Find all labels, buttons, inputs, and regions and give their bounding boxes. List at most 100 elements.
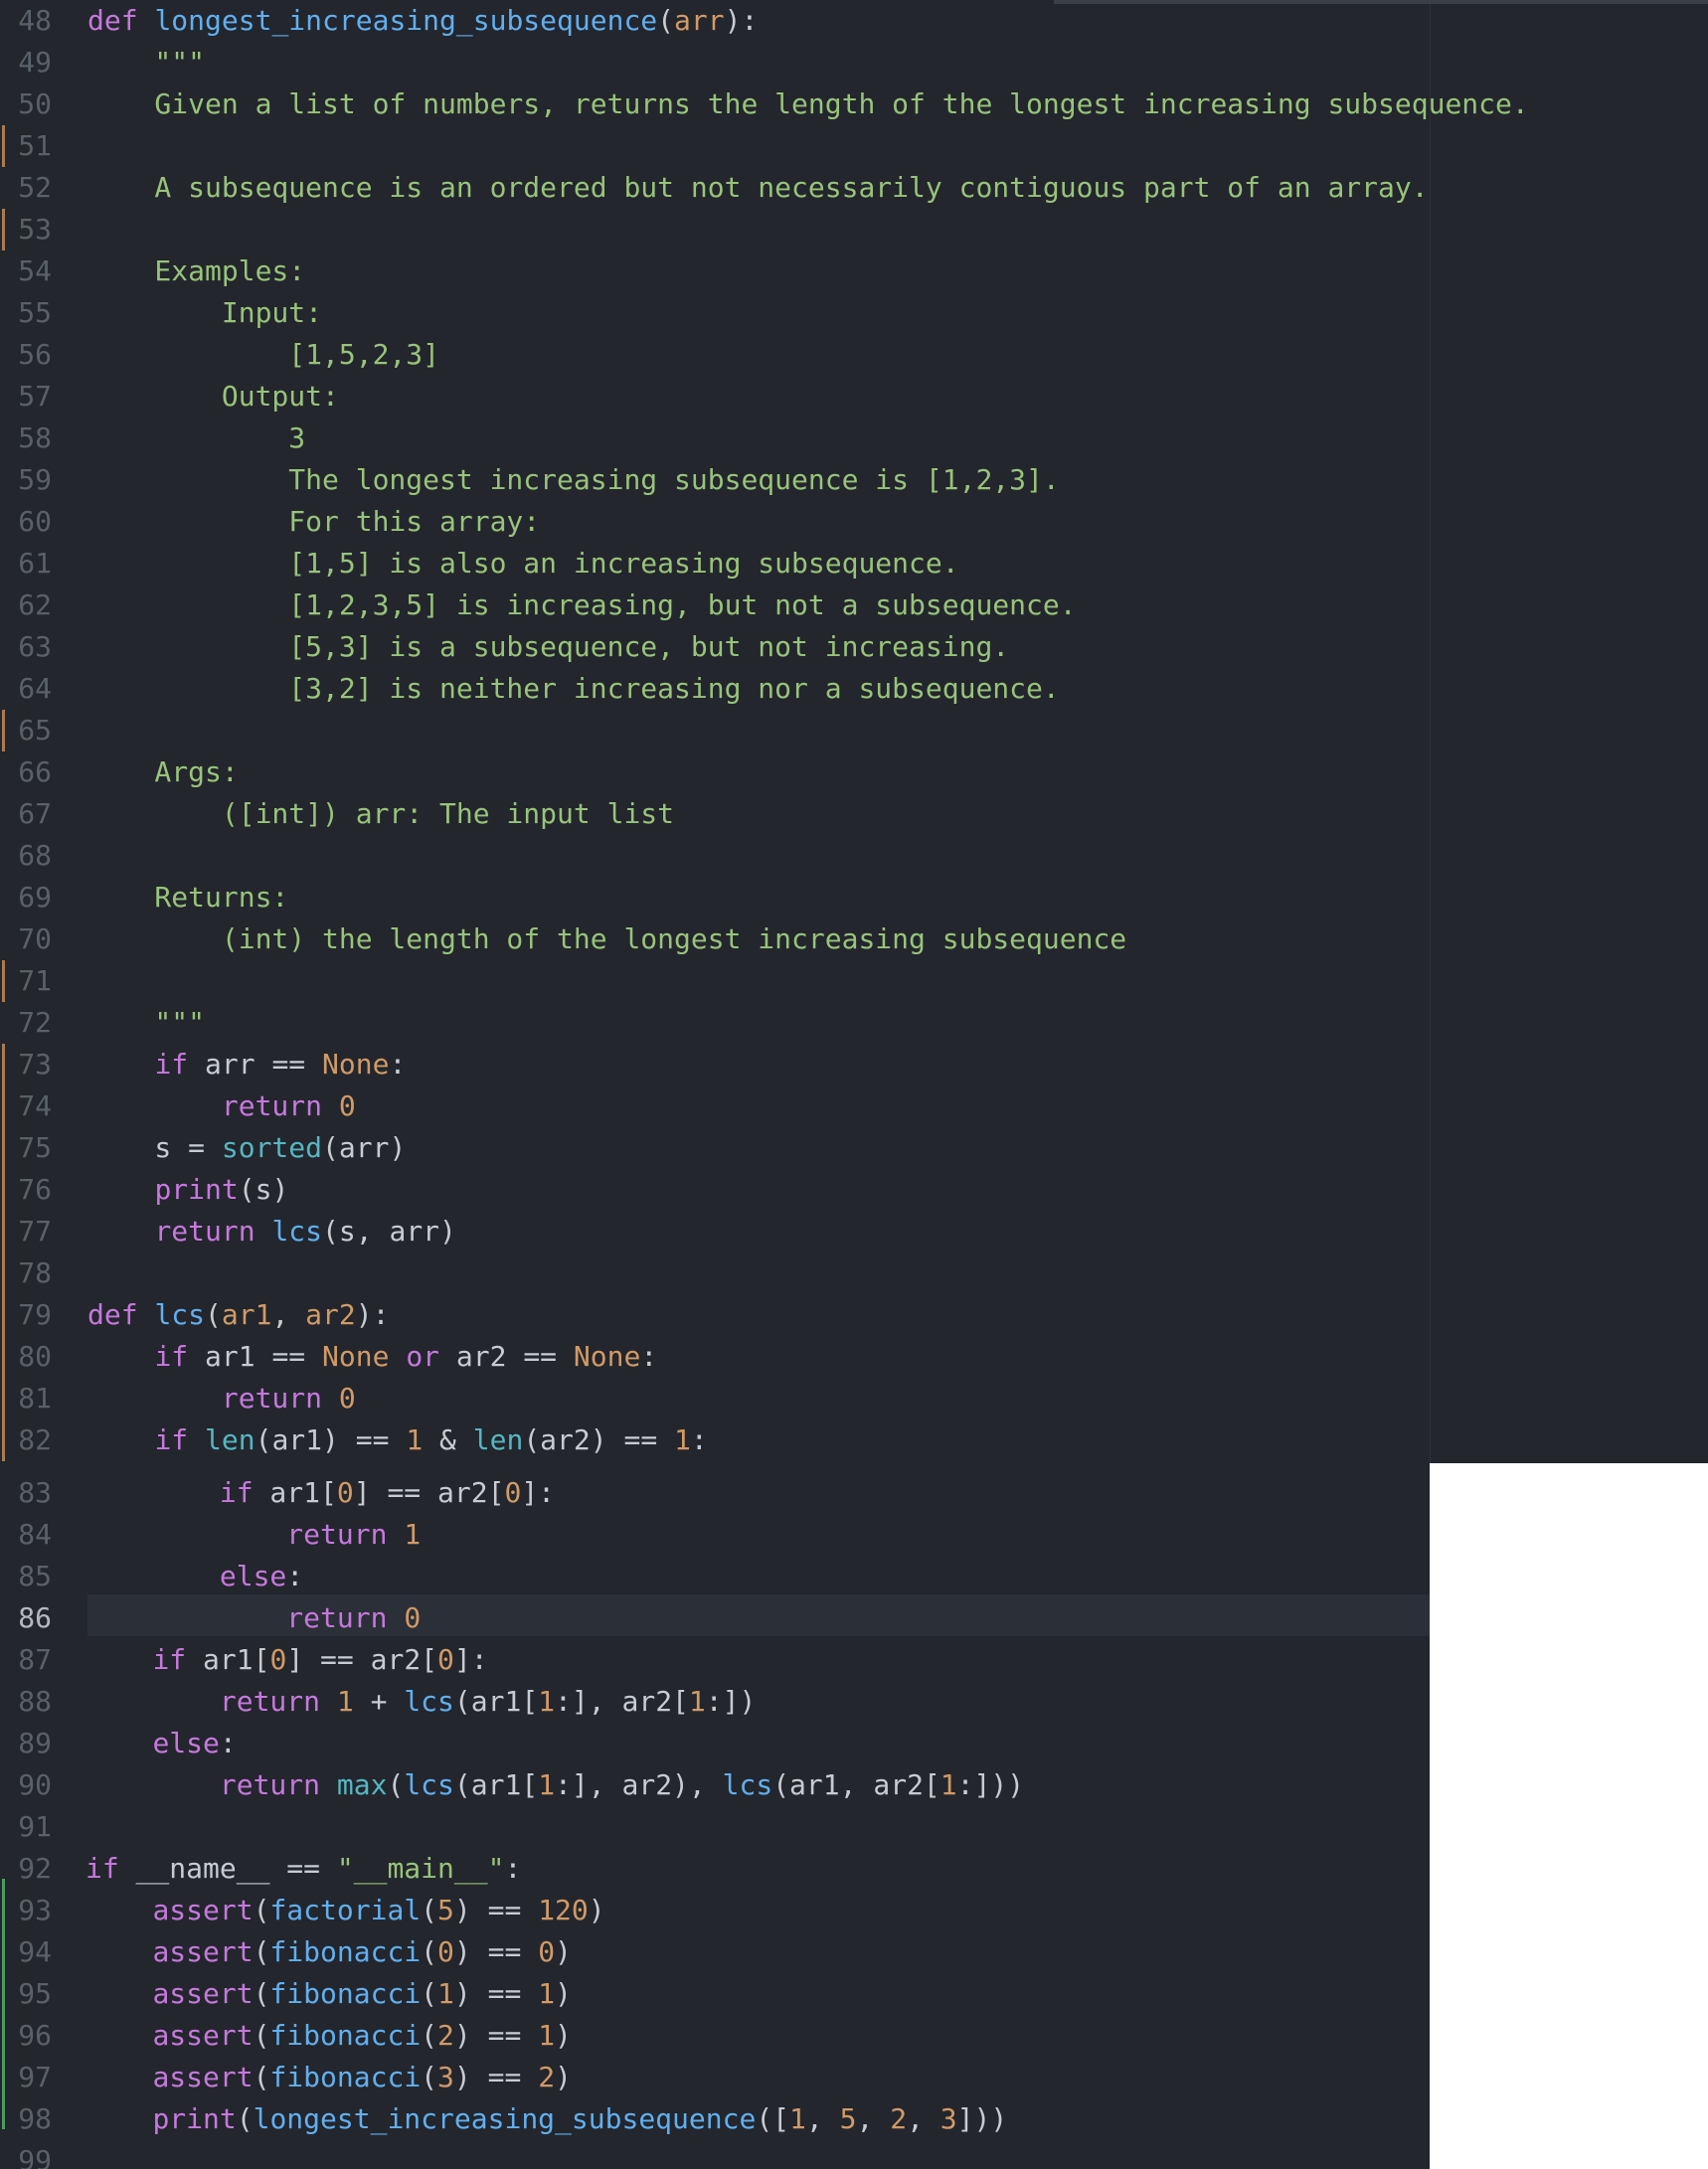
code-token: 5 xyxy=(437,1894,454,1926)
line-code: assert(factorial(5) == 120) xyxy=(85,1890,604,1931)
code-line-81[interactable]: 81 return 0 xyxy=(0,1378,355,1419)
code-token: lcs xyxy=(154,1298,206,1331)
line-code: Input: xyxy=(87,292,322,334)
code-token: if xyxy=(219,1476,254,1509)
code-line-84[interactable]: 84 return 1 xyxy=(0,1514,421,1556)
code-token: (ar1[ xyxy=(453,1768,539,1801)
code-line-69[interactable]: 69 Returns: xyxy=(0,877,288,918)
code-token: 1 xyxy=(404,1518,422,1551)
code-line-87[interactable]: 87 if ar1[0] == ar2[0]: xyxy=(0,1639,487,1681)
code-token: [1,5] is also an increasing subsequence. xyxy=(87,547,959,580)
line-number: 95 xyxy=(18,1977,52,2010)
code-line-70[interactable]: 70 (int) the length of the longest incre… xyxy=(0,918,1126,960)
code-line-51[interactable]: 51 xyxy=(0,125,52,167)
code-line-98[interactable]: 98 print(longest_increasing_subsequence(… xyxy=(0,2098,1007,2140)
code-line-96[interactable]: 96 assert(fibonacci(2) == 1) xyxy=(0,2015,572,2057)
line-number: 99 xyxy=(18,2144,52,2169)
code-line-88[interactable]: 88 return 1 + lcs(ar1[1:], ar2[1:]) xyxy=(0,1681,756,1723)
code-line-82[interactable]: 82 if len(ar1) == 1 & len(ar2) == 1: xyxy=(0,1419,707,1461)
code-token: ] == ar2[ xyxy=(353,1476,505,1509)
line-number: 93 xyxy=(18,1894,52,1926)
code-token: 1 xyxy=(437,1977,454,2010)
code-line-52[interactable]: 52 A subsequence is an ordered but not n… xyxy=(0,167,1428,209)
line-code: return 1 xyxy=(85,1514,421,1556)
code-line-83[interactable]: 83 if ar1[0] == ar2[0]: xyxy=(0,1472,555,1514)
code-line-72[interactable]: 72 """ xyxy=(0,1002,205,1044)
code-line-58[interactable]: 58 3 xyxy=(0,417,305,459)
code-line-71[interactable]: 71 xyxy=(0,960,52,1002)
code-token: 0 xyxy=(338,1089,356,1122)
code-token: else xyxy=(152,1727,220,1759)
line-number: 48 xyxy=(18,4,52,37)
code-token: 0 xyxy=(269,1643,287,1676)
code-line-55[interactable]: 55 Input: xyxy=(0,292,322,334)
code-token: ar1 xyxy=(221,1298,272,1331)
code-token: lcs xyxy=(722,1768,773,1801)
code-token: (ar2) == xyxy=(523,1423,675,1456)
code-line-63[interactable]: 63 [5,3] is a subsequence, but not incre… xyxy=(0,626,1009,668)
code-token: (int) the length of the longest increasi… xyxy=(87,922,1127,955)
code-line-62[interactable]: 62 [1,2,3,5] is increasing, but not a su… xyxy=(0,584,1076,626)
code-line-60[interactable]: 60 For this array: xyxy=(0,501,540,543)
code-line-76[interactable]: 76 print(s) xyxy=(0,1169,288,1211)
code-line-66[interactable]: 66 Args: xyxy=(0,751,238,793)
code-line-67[interactable]: 67 ([int]) arr: The input list xyxy=(0,793,674,835)
code-token: arr == xyxy=(188,1048,323,1081)
code-line-94[interactable]: 94 assert(fibonacci(0) == 0) xyxy=(0,1931,572,1973)
code-line-54[interactable]: 54 Examples: xyxy=(0,250,305,292)
code-token: 1 xyxy=(538,1685,556,1718)
code-line-59[interactable]: 59 The longest increasing subsequence is… xyxy=(0,459,1059,501)
code-line-56[interactable]: 56 [1,5,2,3] xyxy=(0,334,439,376)
code-token: ): xyxy=(355,1298,390,1331)
code-token: : xyxy=(286,1560,304,1592)
code-token: ( xyxy=(253,2061,270,2093)
line-number: 59 xyxy=(18,463,52,496)
code-line-68[interactable]: 68 xyxy=(0,835,52,877)
code-line-86[interactable]: 86 return 0 xyxy=(0,1597,421,1639)
line-number: 60 xyxy=(18,505,52,538)
code-line-97[interactable]: 97 assert(fibonacci(3) == 2) xyxy=(0,2057,572,2098)
line-code: return 1 + lcs(ar1[1:], ar2[1:]) xyxy=(85,1681,756,1723)
code-line-92[interactable]: 92 if __name__ == "__main__": xyxy=(0,1848,521,1890)
code-line-53[interactable]: 53 xyxy=(0,209,52,250)
code-line-77[interactable]: 77 return lcs(s, arr) xyxy=(0,1211,456,1252)
code-line-48[interactable]: 48 def longest_increasing_subsequence(arr… xyxy=(0,0,758,42)
code-line-78[interactable]: 78 xyxy=(0,1252,52,1294)
code-line-57[interactable]: 57 Output: xyxy=(0,376,339,417)
code-token: if xyxy=(85,1852,119,1885)
code-line-90[interactable]: 90 return max(lcs(ar1[1:], ar2), lcs(ar1… xyxy=(0,1764,1024,1806)
code-line-95[interactable]: 95 assert(fibonacci(1) == 1) xyxy=(0,1973,572,2015)
code-token: len xyxy=(472,1423,524,1456)
code-token: return xyxy=(221,1089,323,1122)
code-token: 0 xyxy=(437,1643,454,1676)
line-number: 74 xyxy=(18,1089,52,1122)
code-line-64[interactable]: 64 [3,2] is neither increasing nor a sub… xyxy=(0,668,1059,710)
code-line-99[interactable]: 99 xyxy=(0,2140,52,2169)
code-line-49[interactable]: 49 """ xyxy=(0,42,205,83)
code-line-89[interactable]: 89 else: xyxy=(0,1723,236,1764)
code-line-85[interactable]: 85 else: xyxy=(0,1556,303,1597)
line-number: 81 xyxy=(18,1382,52,1415)
code-line-65[interactable]: 65 xyxy=(0,710,52,751)
line-number: 85 xyxy=(18,1560,52,1592)
code-line-80[interactable]: 80 if ar1 == None or ar2 == None: xyxy=(0,1336,657,1378)
code-token: : xyxy=(640,1340,658,1373)
code-line-91[interactable]: 91 xyxy=(0,1806,52,1848)
line-number: 91 xyxy=(18,1810,52,1843)
code-line-74[interactable]: 74 return 0 xyxy=(0,1085,355,1127)
code-token: ] == ar2[ xyxy=(286,1643,438,1676)
code-line-79[interactable]: 79 def lcs(ar1, ar2): xyxy=(0,1294,389,1336)
line-code: [1,5,2,3] xyxy=(87,334,439,376)
code-line-50[interactable]: 50 Given a list of numbers, returns the … xyxy=(0,83,1528,125)
code-line-75[interactable]: 75 s = sorted(arr) xyxy=(0,1127,406,1169)
code-token: Input: xyxy=(87,296,323,329)
code-line-93[interactable]: 93 assert(factorial(5) == 120) xyxy=(0,1890,604,1931)
code-token: if xyxy=(152,1643,187,1676)
code-line-73[interactable]: 73 if arr == None: xyxy=(0,1044,406,1085)
line-code: Examples: xyxy=(87,250,305,292)
code-line-61[interactable]: 61 [1,5] is also an increasing subsequen… xyxy=(0,543,958,584)
